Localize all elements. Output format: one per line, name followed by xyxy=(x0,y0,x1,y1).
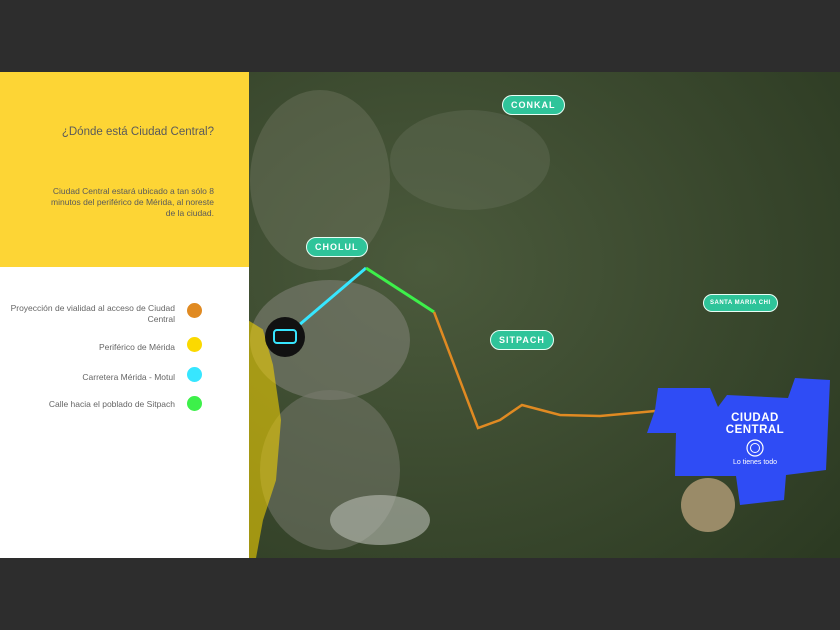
label-cholul: CHOLUL xyxy=(306,237,368,257)
panel-title: ¿Dónde está Ciudad Central? xyxy=(61,126,214,138)
info-header: ¿Dónde está Ciudad Central? Ciudad Centr… xyxy=(0,72,249,267)
ciudad-central-name: CIUDAD CENTRAL xyxy=(725,412,785,436)
legend-label: Periférico de Mérida xyxy=(98,342,175,352)
ciudad-central-tagline: Lo tienes todo xyxy=(733,459,777,466)
car-marker[interactable] xyxy=(265,317,305,357)
legend-dot-green xyxy=(187,396,202,411)
label-sitpach: SITPACH xyxy=(490,330,554,350)
legend-dot-orange xyxy=(187,303,202,318)
satellite-map[interactable]: CONKAL CHOLUL SITPACH SANTA MARIA CHI CI… xyxy=(249,72,840,558)
legend-label: Calle hacia el poblado de Sitpach xyxy=(48,399,175,409)
legend-dot-cyan xyxy=(187,367,202,382)
info-panel: ¿Dónde está Ciudad Central? Ciudad Centr… xyxy=(0,72,249,558)
legend-dot-yellow xyxy=(187,337,202,352)
legend-label: Proyección de vialidad al acceso de Ciud… xyxy=(10,303,175,324)
label-santa-maria-chi: SANTA MARIA CHI xyxy=(703,294,778,312)
slide: ¿Dónde está Ciudad Central? Ciudad Centr… xyxy=(0,72,840,558)
panel-description: Ciudad Central estará ubicado a tan sólo… xyxy=(51,186,214,218)
legend-label: Carretera Mérida - Motul xyxy=(82,372,175,382)
circular-field xyxy=(681,478,735,532)
label-conkal: CONKAL xyxy=(502,95,565,115)
